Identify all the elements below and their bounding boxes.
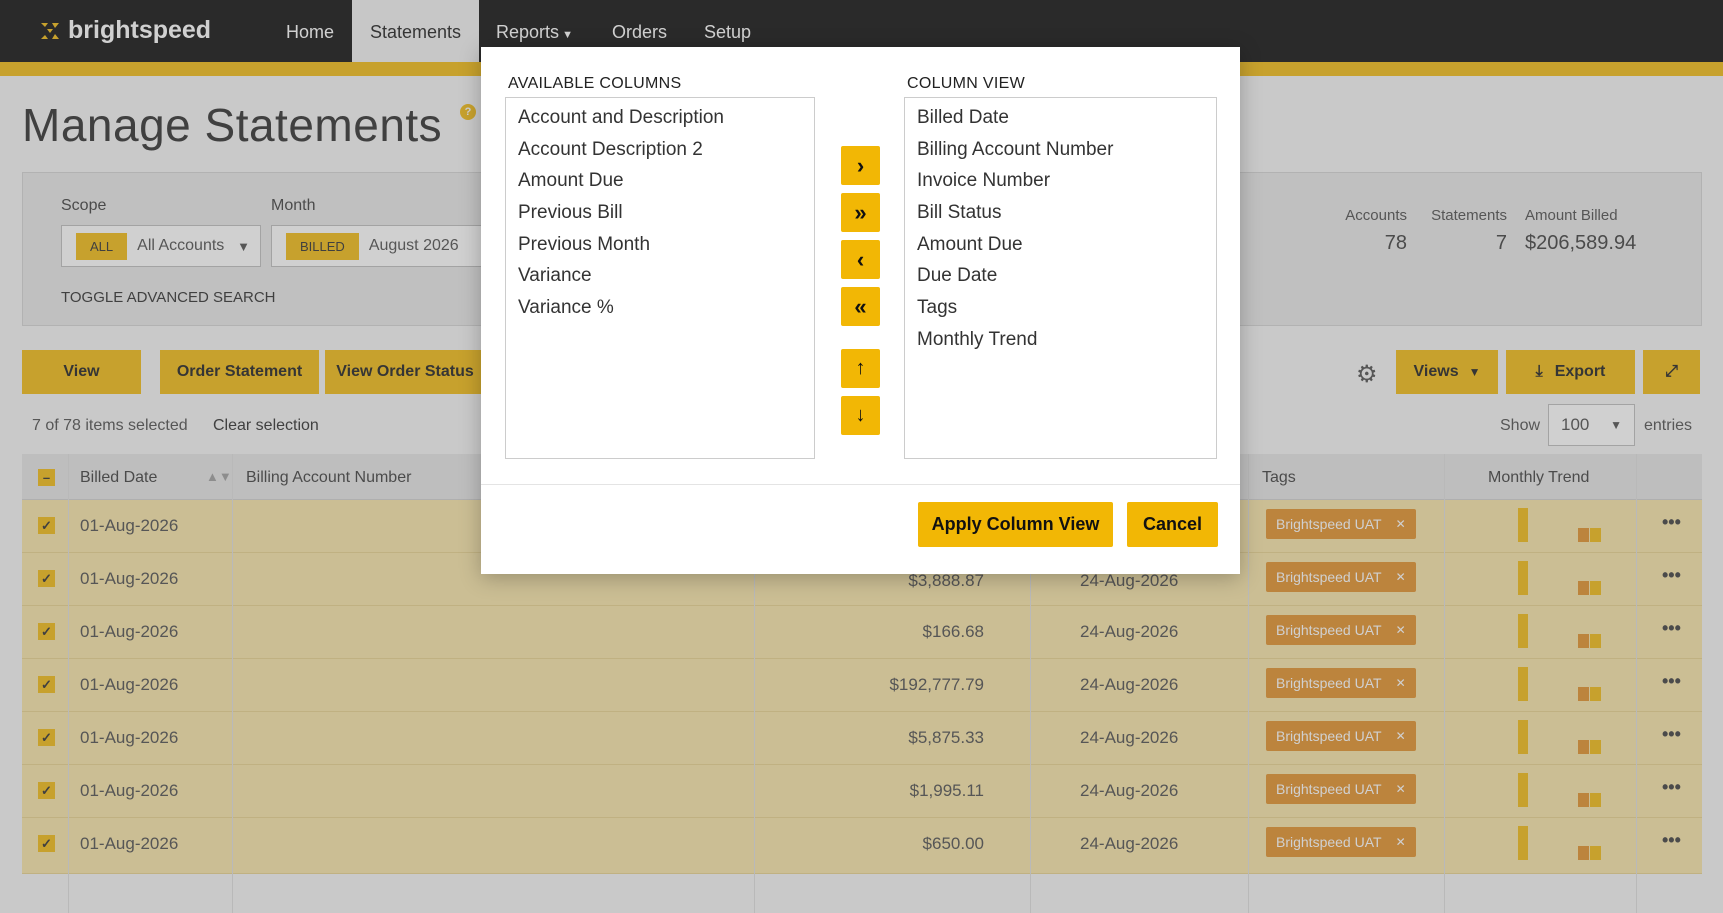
- list-item[interactable]: Monthly Trend: [905, 324, 1216, 356]
- list-item[interactable]: Account and Description: [506, 102, 814, 134]
- list-item[interactable]: Billing Account Number: [905, 134, 1216, 166]
- available-columns-list[interactable]: Account and Description Account Descript…: [505, 97, 815, 459]
- cancel-button[interactable]: Cancel: [1127, 502, 1218, 547]
- arrow-up-icon[interactable]: ↑: [841, 349, 880, 388]
- list-item[interactable]: Tags: [905, 292, 1216, 324]
- move-all-right-icon[interactable]: »: [841, 193, 880, 232]
- move-left-icon[interactable]: ‹: [841, 240, 880, 279]
- available-columns-heading: AVAILABLE COLUMNS: [508, 75, 682, 92]
- column-view-heading: COLUMN VIEW: [907, 75, 1025, 92]
- list-item[interactable]: Invoice Number: [905, 165, 1216, 197]
- list-item[interactable]: Due Date: [905, 260, 1216, 292]
- list-item[interactable]: Variance: [506, 260, 814, 292]
- column-view-list[interactable]: Billed Date Billing Account Number Invoi…: [904, 97, 1217, 459]
- move-all-left-icon[interactable]: «: [841, 287, 880, 326]
- modal-divider: [481, 484, 1240, 485]
- list-item[interactable]: Variance %: [506, 292, 814, 324]
- column-chooser-modal: AVAILABLE COLUMNS COLUMN VIEW Account an…: [481, 47, 1240, 574]
- arrow-down-icon[interactable]: ↓: [841, 396, 880, 435]
- list-item[interactable]: Account Description 2: [506, 134, 814, 166]
- list-item[interactable]: Billed Date: [905, 102, 1216, 134]
- list-item[interactable]: Previous Month: [506, 229, 814, 261]
- list-item[interactable]: Amount Due: [905, 229, 1216, 261]
- move-right-icon[interactable]: ›: [841, 146, 880, 185]
- list-item[interactable]: Bill Status: [905, 197, 1216, 229]
- list-item[interactable]: Previous Bill: [506, 197, 814, 229]
- apply-column-view-button[interactable]: Apply Column View: [918, 502, 1113, 547]
- list-item[interactable]: Amount Due: [506, 165, 814, 197]
